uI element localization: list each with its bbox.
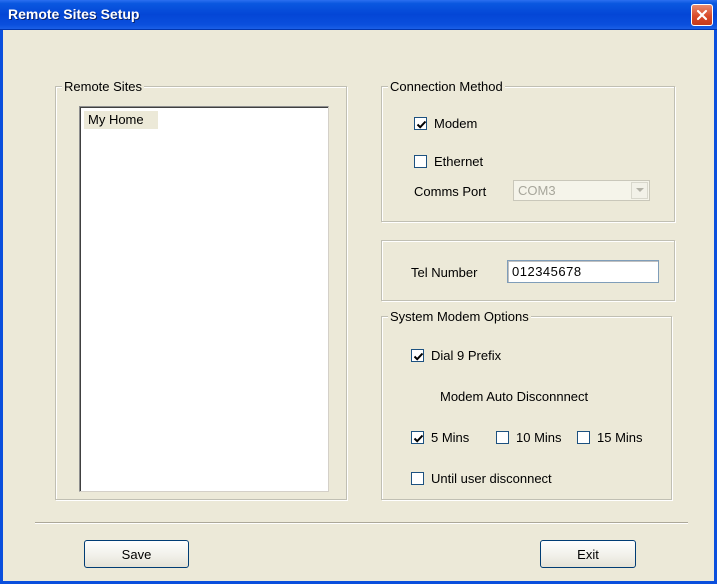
ethernet-checkbox[interactable] [414, 155, 427, 168]
separator [35, 522, 688, 524]
window-title: Remote Sites Setup [8, 6, 140, 22]
remote-sites-legend: Remote Sites [62, 79, 145, 94]
comms-port-label: Comms Port [414, 184, 487, 199]
title-bar: Remote Sites Setup [0, 0, 717, 30]
save-button[interactable]: Save [84, 540, 189, 568]
exit-button[interactable]: Exit [540, 540, 636, 568]
mins5-checkbox[interactable] [411, 431, 424, 444]
until-user-checkbox[interactable] [411, 472, 424, 485]
dial9-checkbox[interactable] [411, 349, 424, 362]
ethernet-checkbox-row[interactable]: Ethernet [414, 154, 483, 169]
close-icon [696, 9, 708, 21]
tel-number-input-box[interactable] [507, 260, 659, 283]
window-frame-left [0, 30, 3, 584]
mins15-checkbox[interactable] [577, 431, 590, 444]
until-user-label: Until user disconnect [431, 471, 552, 486]
mins15-checkbox-row[interactable]: 15 Mins [577, 430, 643, 445]
dial9-checkbox-row[interactable]: Dial 9 Prefix [411, 348, 501, 363]
checkmark-icon [413, 434, 424, 443]
mins15-label: 15 Mins [597, 430, 643, 445]
mins10-checkbox[interactable] [496, 431, 509, 444]
comms-port-select[interactable]: COM3 [513, 180, 650, 201]
comms-port-value: COM3 [518, 183, 556, 198]
modem-checkbox[interactable] [414, 117, 427, 130]
modem-label: Modem [434, 116, 478, 131]
remote-sites-group: Remote Sites My Home [55, 79, 347, 500]
dial9-label: Dial 9 Prefix [431, 348, 502, 363]
modem-checkbox-row[interactable]: Modem [414, 116, 477, 131]
tel-number-label: Tel Number [411, 265, 478, 280]
system-modem-options-legend: System Modem Options [388, 309, 531, 324]
mins5-label: 5 Mins [431, 430, 470, 445]
remote-sites-list[interactable]: My Home [79, 106, 329, 492]
auto-disconnect-label: Modem Auto Disconnnect [440, 389, 589, 404]
ethernet-label: Ethernet [434, 154, 484, 169]
chevron-down-icon [635, 188, 644, 192]
connection-method-legend: Connection Method [388, 79, 505, 94]
checkmark-icon [416, 120, 427, 129]
list-item[interactable]: My Home [84, 111, 158, 129]
tel-number-input[interactable] [508, 261, 658, 282]
checkmark-icon [413, 352, 424, 361]
mins5-checkbox-row[interactable]: 5 Mins [411, 430, 469, 445]
mins10-checkbox-row[interactable]: 10 Mins [496, 430, 562, 445]
until-user-checkbox-row[interactable]: Until user disconnect [411, 471, 552, 486]
close-button[interactable] [691, 4, 713, 26]
dropdown-button[interactable] [631, 182, 648, 199]
mins10-label: 10 Mins [516, 430, 562, 445]
